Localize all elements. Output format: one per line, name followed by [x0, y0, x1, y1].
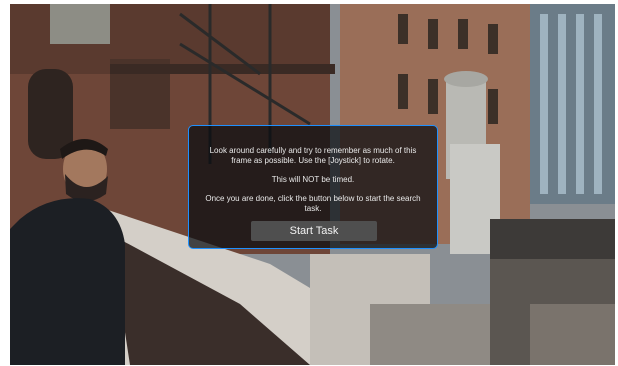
instruction-dialog: Look around carefully and try to remembe… [188, 125, 438, 249]
instruction-text: Look around carefully and try to remembe… [209, 146, 417, 165]
start-task-button[interactable]: Start Task [251, 221, 377, 241]
start-instruction-text: Once you are done, click the button belo… [205, 194, 421, 213]
panorama-viewport[interactable]: Look around carefully and try to remembe… [10, 4, 615, 365]
not-timed-text: This will NOT be timed. [271, 175, 355, 184]
